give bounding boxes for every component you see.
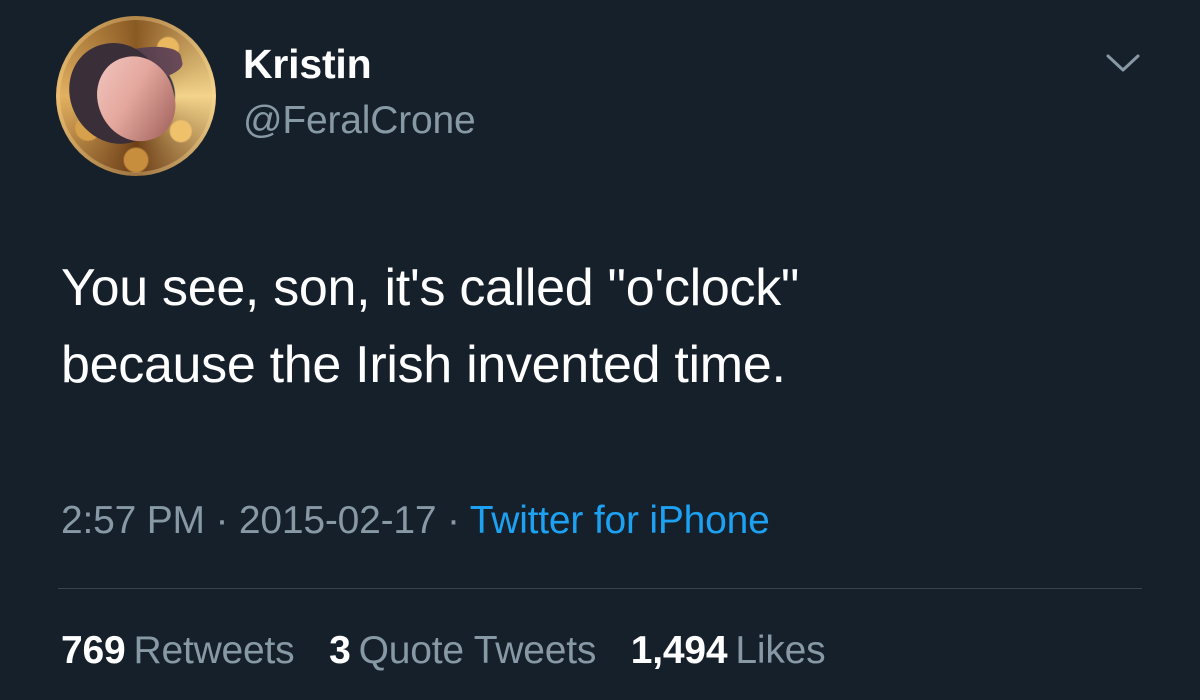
author-handle[interactable]: @FeralCrone xyxy=(243,98,476,145)
chevron-down-icon[interactable] xyxy=(1104,50,1142,76)
metadata-separator: · xyxy=(436,499,470,542)
likes-label: Likes xyxy=(735,629,826,672)
likes-count: 1,494 xyxy=(630,629,728,672)
tweet-card: Kristin @FeralCrone You see, son, it's c… xyxy=(0,0,1200,700)
tweet-time[interactable]: 2:57 PM xyxy=(61,499,205,542)
tweet-text: You see, son, it's called "o'clock" beca… xyxy=(61,259,800,394)
tweet-stats: 769 Retweets 3 Quote Tweets 1,494 Likes xyxy=(61,628,849,675)
tweet-metadata: 2:57 PM · 2015-02-17 · Twitter for iPhon… xyxy=(61,498,770,545)
retweets-count: 769 xyxy=(61,629,126,672)
metadata-separator: · xyxy=(204,499,239,542)
quote-tweets-stat[interactable]: 3 Quote Tweets xyxy=(329,628,596,675)
author-name[interactable]: Kristin xyxy=(243,40,372,89)
retweets-stat[interactable]: 769 Retweets xyxy=(61,628,295,675)
tweet-source-link[interactable]: Twitter for iPhone xyxy=(470,499,770,542)
likes-stat[interactable]: 1,494 Likes xyxy=(631,628,826,675)
quote-tweets-count: 3 xyxy=(329,629,351,672)
retweets-label: Retweets xyxy=(133,629,295,672)
quote-tweets-label: Quote Tweets xyxy=(358,629,597,672)
stats-divider xyxy=(58,588,1142,589)
tweet-date[interactable]: 2015-02-17 xyxy=(239,499,437,542)
avatar[interactable] xyxy=(56,16,216,176)
